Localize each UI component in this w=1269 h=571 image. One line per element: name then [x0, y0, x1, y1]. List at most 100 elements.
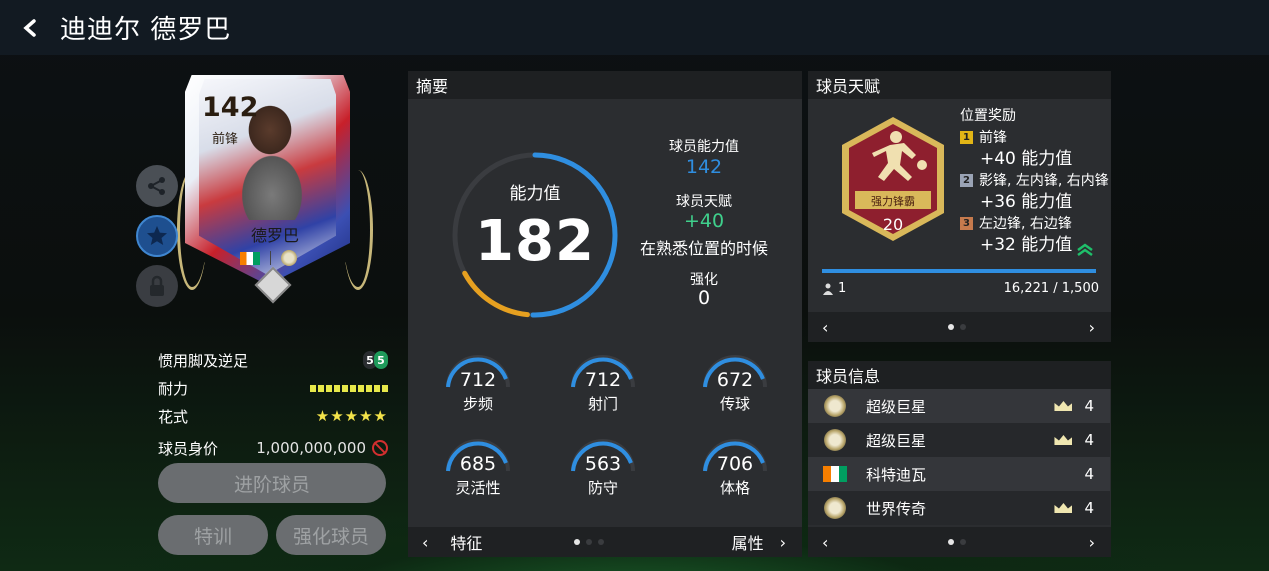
chevron-left-icon — [23, 18, 36, 37]
enhance-value: 0 — [697, 287, 711, 309]
attributes-tab[interactable]: 属性 — [732, 530, 764, 554]
stat-block[interactable]: 563 防守 — [553, 437, 653, 507]
stamina-segment — [326, 384, 332, 392]
talent-label: 球员天赋 — [676, 194, 732, 210]
icon-medal-icon — [824, 497, 846, 519]
summary-footer: ‹ 特征 属性 › — [408, 527, 802, 557]
player-value: 1,000,000,000 — [256, 439, 366, 457]
stat-block[interactable]: 712 步频 — [428, 353, 528, 423]
lock-icon — [150, 275, 164, 296]
icon-medal-icon — [824, 429, 846, 451]
summary-page-dots — [574, 539, 605, 545]
bonus-rank: 2 — [960, 173, 973, 187]
traits-tab[interactable]: 特征 — [450, 530, 482, 554]
weak-foot-value: 5 5 — [363, 351, 388, 369]
player-info-label: 世界传奇 — [866, 499, 927, 518]
stat-value: 672 — [716, 369, 754, 391]
train-button[interactable]: 特训 — [158, 515, 268, 555]
player-info-label: 科特迪瓦 — [866, 465, 927, 484]
stamina-segment — [374, 384, 380, 392]
weak-foot-right: 5 — [374, 351, 388, 369]
talent-owners: 1 — [822, 281, 846, 296]
stamina-row: 耐力 — [158, 377, 388, 399]
stamina-segment — [334, 384, 340, 392]
stat-block[interactable]: 672 传球 — [685, 353, 785, 423]
stat-label: 防守 — [587, 479, 618, 497]
talent-badge-level: 20 — [882, 215, 904, 234]
player-card[interactable]: 142 前锋 德罗巴 — [175, 70, 375, 304]
info-next-button[interactable]: › — [1089, 533, 1095, 552]
share-button[interactable] — [136, 165, 178, 207]
chemistry-rank: 4 — [1084, 499, 1094, 517]
talent-next-button[interactable]: › — [1089, 318, 1095, 337]
ovr-label: 能力值 — [509, 184, 561, 204]
talent-page-dots — [948, 324, 967, 330]
stat-value: 685 — [459, 453, 497, 475]
icon-club-badge-icon — [281, 250, 297, 266]
back-button[interactable] — [0, 0, 60, 55]
lock-button[interactable] — [136, 265, 178, 307]
stat-label: 灵活性 — [455, 479, 501, 497]
talent-panel: 球员天赋 强力锋霸 20 位置奖励 1 前锋 +40 能力值 2 影锋, 左内锋, … — [808, 71, 1111, 342]
talent-progress-fill — [822, 269, 1096, 273]
stamina-segment — [318, 384, 324, 392]
chemistry-rank: 4 — [1084, 465, 1094, 483]
chemistry-slot — [1052, 401, 1074, 411]
player-info-row[interactable]: 世界传奇 4 — [808, 491, 1110, 525]
stamina-bar — [310, 384, 388, 392]
weak-foot-label: 惯用脚及逆足 — [158, 351, 249, 370]
stat-value: 712 — [459, 369, 497, 391]
bonus-rank: 1 — [960, 130, 973, 144]
stat-label: 射门 — [587, 395, 618, 413]
enhance-player-button[interactable]: 强化球员 — [276, 515, 386, 555]
info-prev-button[interactable]: ‹ — [822, 533, 828, 552]
stamina-label: 耐力 — [158, 379, 189, 398]
weak-foot-row: 惯用脚及逆足 5 5 — [158, 349, 388, 371]
value-label: 球员身价 — [158, 439, 219, 458]
stat-block[interactable]: 706 体格 — [685, 437, 785, 507]
card-divider — [270, 251, 271, 265]
chevrons-up-icon — [1077, 243, 1093, 257]
player-info-label: 超级巨星 — [866, 397, 927, 416]
card-position: 前锋 — [212, 132, 239, 147]
talent-progress-track — [822, 269, 1096, 273]
stat-block[interactable]: 712 射门 — [553, 353, 653, 423]
summary-prev-button[interactable]: ‹ — [422, 533, 428, 552]
player-info-row[interactable]: 超级巨星 4 — [808, 389, 1110, 423]
stamina-segment — [358, 384, 364, 392]
base-rating-value: 142 — [685, 156, 723, 178]
enhance-label: 强化 — [690, 272, 718, 288]
not-tradable-icon — [372, 440, 388, 456]
player-info-title: 球员信息 — [808, 361, 1111, 389]
summary-panel: 摘要 能力值 182 球员能力值 142 球员天赋 +40 在熟悉位置的时候 强… — [408, 71, 802, 557]
player-info-icon — [820, 495, 850, 521]
card-player-name: 德罗巴 — [250, 226, 299, 245]
stamina-segment — [342, 384, 348, 392]
favorite-button[interactable] — [136, 215, 178, 257]
player-info-icon — [820, 461, 850, 487]
player-info-icon — [820, 393, 850, 419]
player-info-row[interactable]: 科特迪瓦 4 — [808, 457, 1110, 491]
crown-icon — [1054, 435, 1073, 445]
skills-row: 花式 ★★★★★ — [158, 405, 388, 427]
player-info-footer: ‹ › — [808, 527, 1111, 557]
player-info-row[interactable]: 超级巨星 4 — [808, 423, 1110, 457]
page-title: 迪迪尔 德罗巴 — [60, 15, 232, 45]
summary-next-button[interactable]: › — [780, 533, 786, 552]
talent-value: +40 — [683, 210, 725, 232]
talent-note: 在熟悉位置的时候 — [639, 239, 768, 258]
person-icon — [823, 283, 833, 295]
ivory-coast-flag-icon — [240, 251, 260, 265]
bonus-rank: 3 — [960, 216, 973, 230]
skills-stars: ★★★★★ — [315, 407, 388, 425]
bonus-value: +36 能力值 — [980, 192, 1073, 212]
summary-title: 摘要 — [408, 71, 802, 99]
stat-block[interactable]: 685 灵活性 — [428, 437, 528, 507]
bonus-value: +40 能力值 — [980, 149, 1073, 169]
upgrade-player-button[interactable]: 进阶球员 — [158, 463, 386, 503]
chemistry-slot — [1052, 503, 1074, 513]
talent-prev-button[interactable]: ‹ — [822, 318, 828, 337]
stat-value: 706 — [716, 453, 754, 475]
value-row: 球员身价 1,000,000,000 — [158, 437, 388, 459]
stat-label: 体格 — [719, 479, 750, 497]
